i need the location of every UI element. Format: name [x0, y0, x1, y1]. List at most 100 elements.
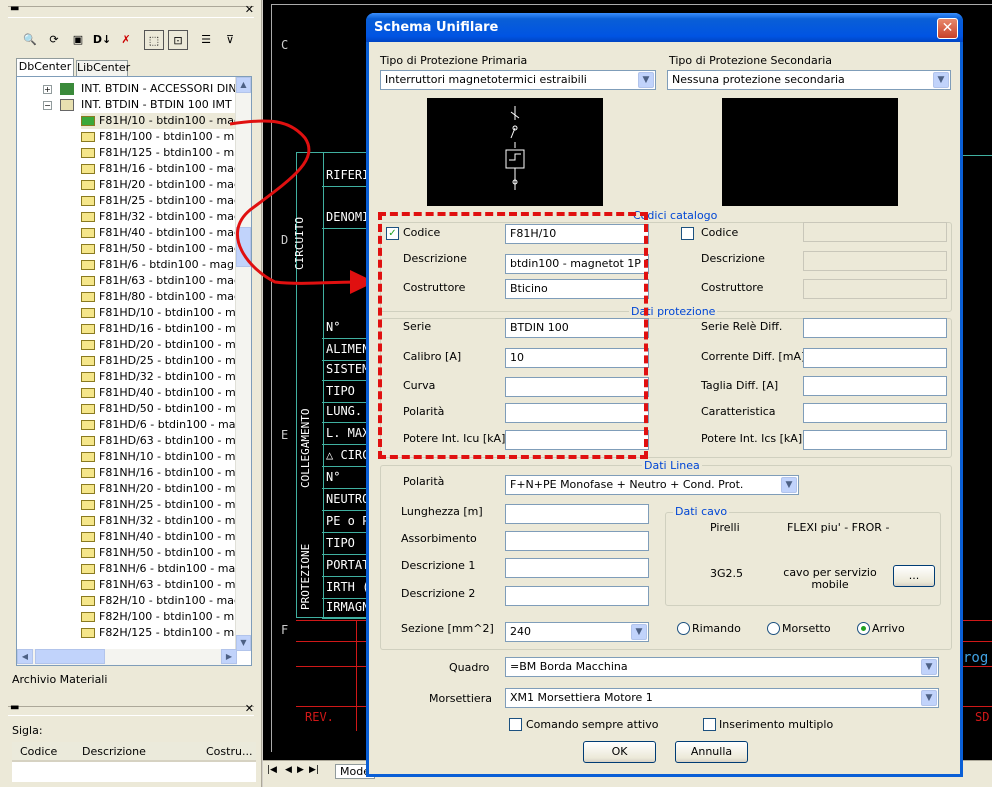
codice2-checkbox[interactable] [681, 227, 694, 240]
scroll-left-button[interactable]: ◀ [17, 649, 33, 664]
tree-item[interactable]: F81H/6 - btdin100 - magne [81, 257, 248, 273]
sort-down-icon[interactable]: D↓ [92, 30, 112, 50]
tree-item[interactable]: F81H/25 - btdin100 - magn [81, 193, 248, 209]
minimize-icon[interactable]: ▬ [10, 702, 19, 713]
lunghezza-field[interactable] [505, 504, 649, 524]
select-icon[interactable]: ⬚ [144, 30, 164, 50]
tree-item[interactable]: F82H/10 - btdin100 - magn [81, 593, 248, 609]
comando-checkbox[interactable] [509, 718, 522, 731]
descrizione1-field[interactable] [505, 558, 649, 578]
chevron-down-icon[interactable]: ▼ [781, 477, 797, 493]
horizontal-scrollbar[interactable]: ◀ ▶ [17, 649, 237, 665]
tree-item[interactable]: F81NH/6 - btdin100 - magn [81, 561, 249, 577]
list-icon[interactable]: ☰ [196, 30, 216, 50]
scroll-right-button[interactable]: ▶ [221, 649, 237, 664]
tree-item[interactable]: F81NH/25 - btdin100 - mag [81, 497, 249, 513]
filter-icon[interactable]: ⊽ [220, 30, 240, 50]
tree-item[interactable]: F81NH/32 - btdin100 - mag [81, 513, 249, 529]
sezione-select[interactable]: 240 ▼ [505, 622, 649, 642]
dialog-titlebar[interactable]: Schema Unifilare ✕ [366, 13, 963, 42]
column-header-codice[interactable]: Codice [20, 745, 57, 758]
tree-item[interactable]: F81H/50 - btdin100 - magn [81, 241, 248, 257]
tree-group-accessori[interactable]: + INT. BTDIN - ACCESSORI DIN [43, 81, 237, 97]
close-button[interactable]: ✕ [937, 18, 958, 39]
tree-item[interactable]: F81H/100 - btdin100 - magn [81, 129, 251, 145]
tree-item[interactable]: F82H/100 - btdin100 - magn [81, 609, 251, 625]
tree-item[interactable]: F81NH/20 - btdin100 - mag [81, 481, 249, 497]
tree-item[interactable]: F81HD/25 - btdin100 - mag [81, 353, 249, 369]
tree-item[interactable]: F81H/32 - btdin100 - magn [81, 209, 248, 225]
radio-arrivo[interactable] [857, 622, 870, 635]
tree-item[interactable]: F81HD/16 - btdin100 - mag [81, 321, 249, 337]
tree-item[interactable]: F81H/40 - btdin100 - magn [81, 225, 248, 241]
collapse-icon[interactable]: − [43, 101, 52, 110]
inserimento-checkbox[interactable] [703, 718, 716, 731]
scroll-hthumb[interactable] [35, 649, 105, 664]
tree-item[interactable]: F81NH/10 - btdin100 - mag [81, 449, 249, 465]
tree-item[interactable]: F81NH/63 - btdin100 - mag [81, 577, 249, 593]
tree-item[interactable]: F81NH/16 - btdin100 - mag [81, 465, 249, 481]
tree-item[interactable]: F81HD/63 - btdin100 - mag [81, 433, 249, 449]
tree-item[interactable]: F81HD/32 - btdin100 - mag [81, 369, 249, 385]
codice2-field[interactable] [803, 222, 947, 242]
tree-item[interactable]: F81H/80 - btdin100 - magn [81, 289, 248, 305]
descrizione2-line-field[interactable] [505, 586, 649, 606]
tree-item[interactable]: F81HD/40 - btdin100 - mag [81, 385, 249, 401]
polarita-linea-select[interactable]: F+N+PE Monofase + Neutro + Cond. Prot. ▼ [505, 475, 799, 495]
cable-select-button[interactable]: ... [893, 565, 935, 587]
tree-item[interactable]: F81HD/20 - btdin100 - mag [81, 337, 249, 353]
caratteristica-field[interactable] [803, 403, 947, 423]
close-icon[interactable]: ✕ [245, 3, 254, 16]
ok-button[interactable]: OK [583, 741, 656, 763]
expand-icon[interactable]: + [43, 85, 52, 94]
tree-item[interactable]: F81HD/10 - btdin100 - mag [81, 305, 249, 321]
morsettiera-select[interactable]: XM1 Morsettiera Motore 1 ▼ [505, 688, 939, 708]
annulla-button[interactable]: Annulla [675, 741, 748, 763]
tree-item[interactable]: F82H/125 - btdin100 - magn [81, 625, 251, 641]
scroll-down-button[interactable]: ▼ [236, 635, 251, 651]
column-header-costruttore[interactable]: Costru... [206, 745, 252, 758]
descrizione2-field[interactable] [803, 251, 947, 271]
delete-icon[interactable]: ✗ [116, 30, 136, 50]
radio-rimando[interactable] [677, 622, 690, 635]
package-icon[interactable]: ▣ [68, 30, 88, 50]
corrente-diff-field[interactable] [803, 348, 947, 368]
tab-dbcenter[interactable]: DbCenter [16, 58, 74, 76]
refresh-icon[interactable]: ⟳ [44, 30, 64, 50]
tree-item[interactable]: F81H/20 - btdin100 - magn [81, 177, 248, 193]
chevron-down-icon[interactable]: ▼ [921, 690, 937, 706]
target-icon[interactable]: ⊡ [168, 30, 188, 50]
tree-view[interactable]: + INT. BTDIN - ACCESSORI DIN − INT. BTDI… [16, 76, 252, 666]
tree-item[interactable]: F81NH/50 - btdin100 - mag [81, 545, 249, 561]
assorbimento-field[interactable] [505, 531, 649, 551]
tree-item[interactable]: F81H/10 - btdin100 - magn [81, 113, 248, 129]
nav-prev-icon[interactable]: ◀ [285, 765, 292, 775]
secondary-protection-select[interactable]: Nessuna protezione secondaria ▼ [667, 70, 951, 90]
tab-libcenter[interactable]: LibCenter [76, 60, 130, 76]
search-db-icon[interactable]: 🔍 [20, 30, 40, 50]
chevron-down-icon[interactable]: ▼ [933, 72, 949, 88]
chevron-down-icon[interactable]: ▼ [631, 624, 647, 640]
chevron-down-icon[interactable]: ▼ [638, 72, 654, 88]
chevron-down-icon[interactable]: ▼ [921, 659, 937, 675]
tree-item[interactable]: F81HD/50 - btdin100 - mag [81, 401, 249, 417]
quadro-select[interactable]: =BM Borda Macchina ▼ [505, 657, 939, 677]
scroll-up-button[interactable]: ▲ [236, 77, 251, 93]
tree-item[interactable]: F81H/125 - btdin100 - magn [81, 145, 251, 161]
column-header-descrizione[interactable]: Descrizione [82, 745, 146, 758]
serie-rele-field[interactable] [803, 318, 947, 338]
potere-ics-field[interactable] [803, 430, 947, 450]
nav-last-icon[interactable]: ▶| [309, 765, 319, 775]
nav-first-icon[interactable]: |◀ [267, 765, 277, 775]
tree-item[interactable]: F81H/16 - btdin100 - magn [81, 161, 248, 177]
costruttore2-field[interactable] [803, 279, 947, 299]
tree-item[interactable]: F81HD/6 - btdin100 - magn [81, 417, 249, 433]
radio-morsetto[interactable] [767, 622, 780, 635]
tree-item[interactable]: F81NH/40 - btdin100 - mag [81, 529, 249, 545]
tree-group-btdin100[interactable]: − INT. BTDIN - BTDIN 100 IMT [43, 97, 232, 113]
taglia-diff-field[interactable] [803, 376, 947, 396]
nav-next-icon[interactable]: ▶ [297, 765, 304, 775]
tree-item[interactable]: F81H/63 - btdin100 - magn [81, 273, 248, 289]
minimize-icon[interactable]: ▬ [10, 3, 19, 14]
close-icon[interactable]: ✕ [245, 702, 254, 715]
